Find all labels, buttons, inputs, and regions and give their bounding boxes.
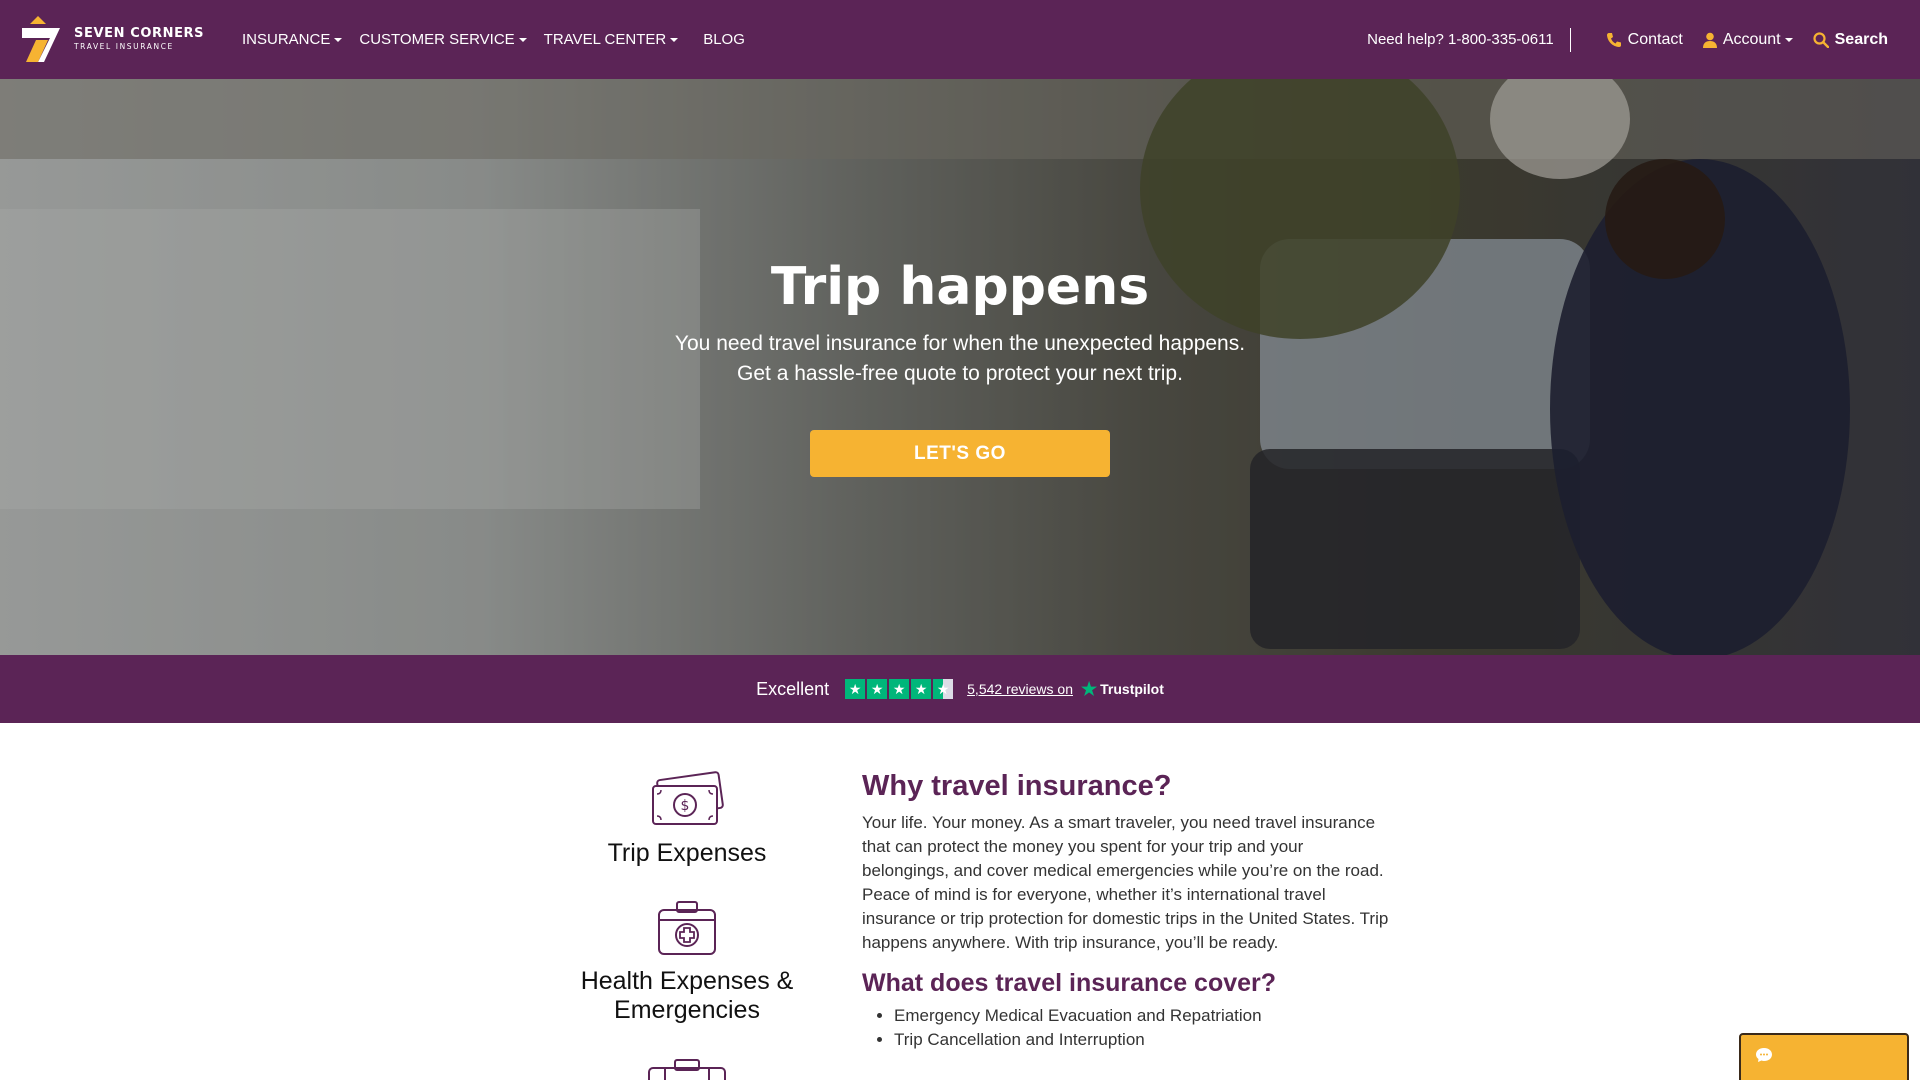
star-icon: ★: [911, 679, 932, 699]
feature-baggage: [562, 1058, 812, 1080]
phone-icon: [1606, 32, 1621, 47]
feature-trip-expenses: $ Trip Expenses: [562, 770, 812, 868]
nav-customer-service[interactable]: CUSTOMER SERVICE: [359, 31, 527, 48]
star-icon: ★: [867, 679, 888, 699]
caret-down-icon: [518, 37, 527, 42]
main-nav: INSURANCE CUSTOMER SERVICE TRAVEL CENTER…: [242, 0, 762, 79]
svg-text:$: $: [681, 798, 690, 814]
money-icon: $: [652, 771, 724, 825]
medical-kit-icon: [658, 901, 716, 955]
list-item: Trip Cancellation and Interruption: [894, 1028, 1392, 1052]
why-travel-insurance-section: Why travel insurance? Your life. Your mo…: [862, 770, 1392, 1052]
trustpilot-reviews-link[interactable]: 5,542 reviews on: [967, 681, 1073, 697]
coverage-heading: What does travel insurance cover?: [862, 969, 1277, 997]
contact-label: Contact: [1627, 30, 1683, 48]
nav-travel-center-label: TRAVEL CENTER: [543, 31, 667, 48]
feature-health-expenses: Health Expenses & Emergencies: [562, 900, 812, 1025]
trustpilot-rating-label: Excellent: [756, 678, 830, 699]
account-label: Account: [1722, 30, 1781, 48]
trustpilot-logo[interactable]: ★ Trustpilot: [1081, 679, 1164, 700]
suitcase-icon: [648, 1059, 726, 1080]
account-menu[interactable]: Account: [1702, 30, 1793, 49]
hero-title: Trip happens: [770, 257, 1150, 317]
trustpilot-bar: Excellent ★ ★ ★ ★ ★ 5,542 reviews on ★ T…: [0, 655, 1920, 723]
half-star-icon: ★: [933, 679, 954, 699]
caret-down-icon: [334, 37, 343, 42]
hero-subtitle: You need travel insurance for when the u…: [674, 332, 1246, 385]
search-label: Search: [1834, 30, 1888, 48]
nav-blog-label: BLOG: [703, 31, 745, 48]
feature-label: Trip Expenses: [607, 839, 767, 867]
help-phone[interactable]: Need help? 1-800-335-0611: [1367, 27, 1571, 52]
trustpilot-stars[interactable]: ★ ★ ★ ★ ★: [845, 679, 955, 699]
nav-insurance-label: INSURANCE: [242, 31, 331, 48]
logo-text: SEVEN CORNERS TRAVEL INSURANCE: [74, 27, 204, 51]
logo[interactable]: SEVEN CORNERS TRAVEL INSURANCE: [14, 14, 204, 64]
utility-nav: Need help? 1-800-335-0611 Contact Accoun…: [1367, 0, 1888, 79]
logo-tagline: TRAVEL INSURANCE: [74, 42, 174, 52]
nav-travel-center[interactable]: TRAVEL CENTER: [544, 31, 679, 48]
trustpilot-brand-label: Trustpilot: [1100, 681, 1164, 697]
caret-down-icon: [670, 37, 679, 42]
nav-customer-service-label: CUSTOMER SERVICE: [359, 31, 515, 48]
nav-insurance[interactable]: INSURANCE: [242, 31, 343, 48]
seven-corners-logo-icon: [14, 14, 64, 64]
trustpilot-star-icon: ★: [1080, 678, 1098, 699]
section-heading: Why travel insurance?: [862, 770, 1172, 802]
chat-widget-button[interactable]: [1739, 1033, 1909, 1080]
star-icon: ★: [845, 679, 866, 699]
search-button[interactable]: Search: [1813, 31, 1888, 49]
logo-name: SEVEN CORNERS: [74, 26, 205, 42]
user-icon: [1702, 32, 1717, 48]
list-item: Emergency Medical Evacuation and Repatri…: [894, 1004, 1392, 1028]
site-header: SEVEN CORNERS TRAVEL INSURANCE INSURANCE…: [0, 0, 1920, 79]
chat-icon: [1756, 1048, 1772, 1062]
nav-blog[interactable]: BLOG: [703, 31, 745, 48]
hero-banner: Trip happens You need travel insurance f…: [0, 79, 1920, 655]
contact-link[interactable]: Contact: [1606, 31, 1683, 49]
star-icon: ★: [889, 679, 910, 699]
lets-go-button[interactable]: LET'S GO: [810, 430, 1110, 477]
feature-label: Health Expenses & Emergencies: [580, 967, 794, 1024]
coverage-list: Emergency Medical Evacuation and Repatri…: [862, 1004, 1392, 1052]
section-paragraph: Your life. Your money. As a smart travel…: [862, 813, 1389, 952]
caret-down-icon: [1784, 37, 1793, 42]
search-icon: [1813, 31, 1829, 48]
